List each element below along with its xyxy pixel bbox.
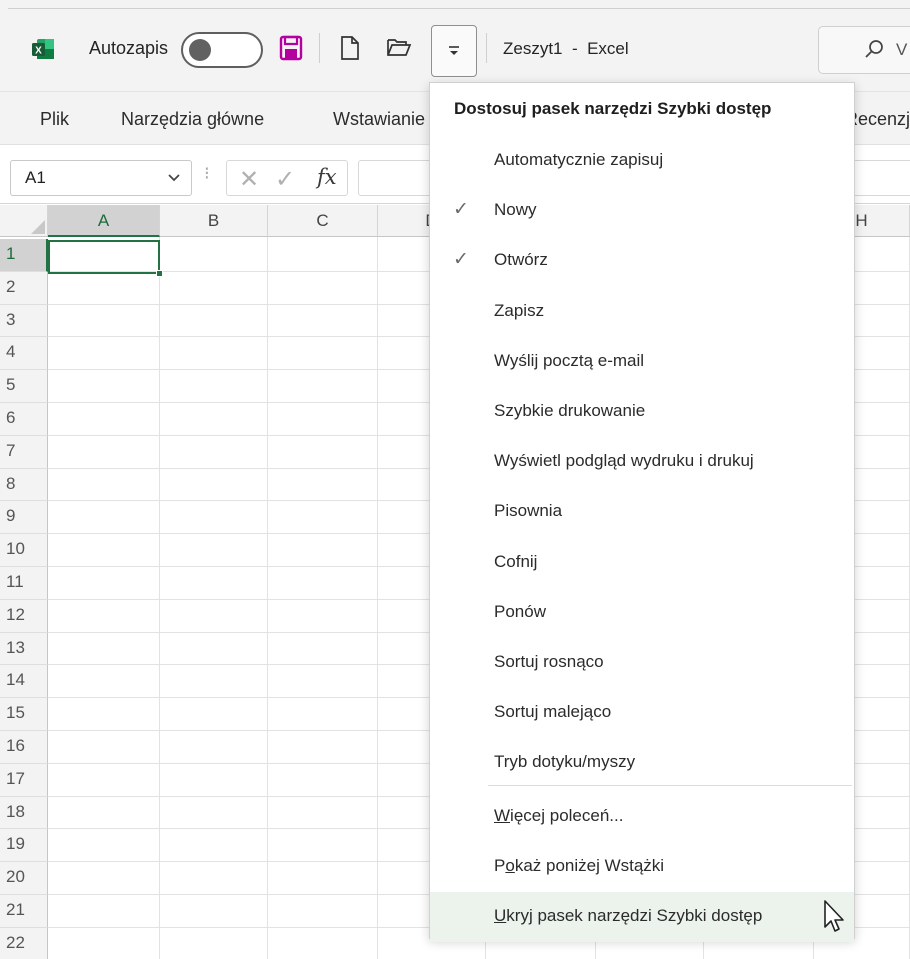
autosave-toggle[interactable] bbox=[181, 32, 263, 68]
active-cell-a1[interactable] bbox=[48, 240, 160, 274]
menu-item[interactable]: Cofnij bbox=[430, 538, 854, 588]
menu-item-label: Pisownia bbox=[494, 501, 563, 521]
name-box-value: A1 bbox=[25, 168, 46, 187]
autosave-label: Autozapis bbox=[89, 38, 169, 58]
row-header[interactable]: 19 bbox=[0, 829, 48, 863]
select-all-corner[interactable] bbox=[0, 205, 48, 237]
column-header[interactable]: B bbox=[160, 205, 268, 237]
menu-item-label: Zapisz bbox=[494, 300, 545, 320]
checkmark-icon: ✓ bbox=[453, 249, 469, 271]
menu-item-label: Otwórz bbox=[494, 250, 548, 270]
menu-item-label: Pokaż poniżej Wstążki bbox=[494, 856, 665, 875]
search-box[interactable]: V bbox=[818, 26, 910, 74]
menu-item-label: Wyświetl podgląd wydruku i drukuj bbox=[494, 451, 754, 471]
name-box[interactable]: A1 bbox=[10, 160, 192, 196]
open-folder-icon[interactable] bbox=[386, 36, 412, 58]
column-header[interactable]: A bbox=[48, 205, 160, 237]
menu-title: Dostosuj pasek narzędzi Szybki dostęp bbox=[454, 99, 772, 118]
menu-item-label: Wyślij pocztą e-mail bbox=[494, 350, 645, 370]
row-header[interactable]: 2 bbox=[0, 271, 48, 305]
menu-item-label: Cofnij bbox=[494, 551, 538, 571]
document-title: Zeszyt1 - Excel bbox=[503, 39, 629, 58]
menu-item[interactable]: Sortuj malejąco bbox=[430, 688, 854, 738]
row-header[interactable]: 15 bbox=[0, 698, 48, 731]
menu-item-label: Ukryj pasek narzędzi Szybki dostęp bbox=[494, 906, 763, 925]
menu-item-label: Automatycznie zapisuj bbox=[494, 150, 664, 169]
menu-item[interactable]: Ponów bbox=[430, 588, 854, 638]
toolbar-separator bbox=[319, 33, 320, 63]
cancel-icon[interactable]: ✕ bbox=[239, 165, 259, 194]
svg-text:X: X bbox=[35, 46, 42, 57]
tab-home[interactable]: Narzędzia główne bbox=[121, 109, 264, 130]
row-header[interactable]: 11 bbox=[0, 567, 48, 600]
row-header[interactable]: 13 bbox=[0, 632, 48, 666]
row-header[interactable]: 20 bbox=[0, 862, 48, 895]
menu-item-more-commands[interactable]: Więcej poleceń... bbox=[430, 792, 854, 842]
menu-item-label: Szybkie drukowanie bbox=[494, 401, 646, 420]
row-header[interactable]: 22 bbox=[0, 927, 48, 959]
customize-qat-menu: Dostosuj pasek narzędzi Szybki dostęp Wi… bbox=[429, 82, 855, 942]
fill-handle[interactable] bbox=[156, 270, 163, 277]
search-placeholder: V bbox=[896, 40, 908, 59]
menu-item[interactable]: Automatycznie zapisuj bbox=[430, 136, 854, 186]
window-frame-line bbox=[8, 8, 910, 9]
menu-item-label: Sortuj malejąco bbox=[494, 702, 612, 722]
row-header[interactable]: 3 bbox=[0, 304, 48, 338]
row-header[interactable]: 21 bbox=[0, 895, 48, 928]
corner-triangle-icon bbox=[31, 220, 45, 234]
row-header[interactable]: 9 bbox=[0, 501, 48, 535]
search-icon bbox=[865, 40, 883, 58]
row-header[interactable]: 4 bbox=[0, 337, 48, 371]
menu-item-label: Sortuj rosnąco bbox=[494, 652, 604, 671]
row-header[interactable]: 7 bbox=[0, 435, 48, 469]
row-header[interactable]: 1 bbox=[0, 239, 48, 272]
title-bar: X Autozapis Zeszyt1 - Excel V bbox=[0, 0, 910, 92]
chevron-down-icon[interactable] bbox=[167, 173, 181, 183]
row-header[interactable]: 12 bbox=[0, 599, 48, 633]
new-file-icon[interactable] bbox=[340, 35, 360, 61]
column-header[interactable]: C bbox=[268, 205, 378, 237]
formula-bar-grip[interactable]: ⁝ bbox=[204, 163, 210, 184]
menu-item-label: Więcej poleceń... bbox=[494, 806, 624, 825]
menu-item-label: Tryb dotyku/myszy bbox=[494, 752, 636, 772]
excel-logo-icon: X bbox=[32, 39, 54, 59]
row-header[interactable]: 6 bbox=[0, 403, 48, 436]
menu-item-label: Ponów bbox=[494, 601, 546, 621]
row-header[interactable]: 10 bbox=[0, 534, 48, 567]
customize-qat-button[interactable] bbox=[431, 25, 477, 77]
menu-item-label: Nowy bbox=[494, 200, 537, 220]
row-header[interactable]: 5 bbox=[0, 370, 48, 403]
menu-item[interactable]: Szybkie drukowanie bbox=[430, 387, 854, 437]
row-header[interactable]: 17 bbox=[0, 763, 48, 797]
menu-item[interactable]: Sortuj rosnąco bbox=[430, 638, 854, 688]
menu-item[interactable]: Zapisz bbox=[430, 287, 854, 337]
enter-icon[interactable]: ✓ bbox=[275, 165, 295, 194]
tab-insert[interactable]: Wstawianie bbox=[333, 109, 425, 130]
row-header[interactable]: 8 bbox=[0, 468, 48, 502]
insert-function-button[interactable]: fx bbox=[317, 165, 337, 189]
row-header[interactable]: 14 bbox=[0, 665, 48, 699]
row-header[interactable]: 16 bbox=[0, 731, 48, 764]
row-header[interactable]: 18 bbox=[0, 796, 48, 830]
mouse-cursor-icon bbox=[824, 900, 844, 932]
toggle-knob bbox=[189, 39, 211, 61]
checkmark-icon: ✓ bbox=[453, 199, 469, 221]
menu-item[interactable]: Wyświetl podgląd wydruku i drukuj bbox=[430, 437, 854, 487]
tab-file[interactable]: Plik bbox=[40, 109, 69, 130]
menu-item[interactable]: Pisownia bbox=[430, 487, 854, 537]
menu-item[interactable]: ✓ Nowy bbox=[430, 186, 854, 236]
formula-buttons: ✕ ✓ fx bbox=[226, 160, 348, 196]
qat-dropdown-icon bbox=[449, 46, 459, 55]
menu-item[interactable]: Tryb dotyku/myszy bbox=[430, 738, 854, 788]
menu-item-show-below-ribbon[interactable]: Pokaż poniżej Wstążki bbox=[430, 842, 854, 892]
menu-item[interactable]: Wyślij pocztą e-mail bbox=[430, 337, 854, 387]
save-icon[interactable] bbox=[279, 35, 303, 61]
toolbar-separator bbox=[486, 33, 487, 63]
menu-item[interactable]: ✓ Otwórz bbox=[430, 236, 854, 286]
menu-item-hide-toolbar[interactable]: Ukryj pasek narzędzi Szybki dostęp bbox=[430, 892, 854, 942]
